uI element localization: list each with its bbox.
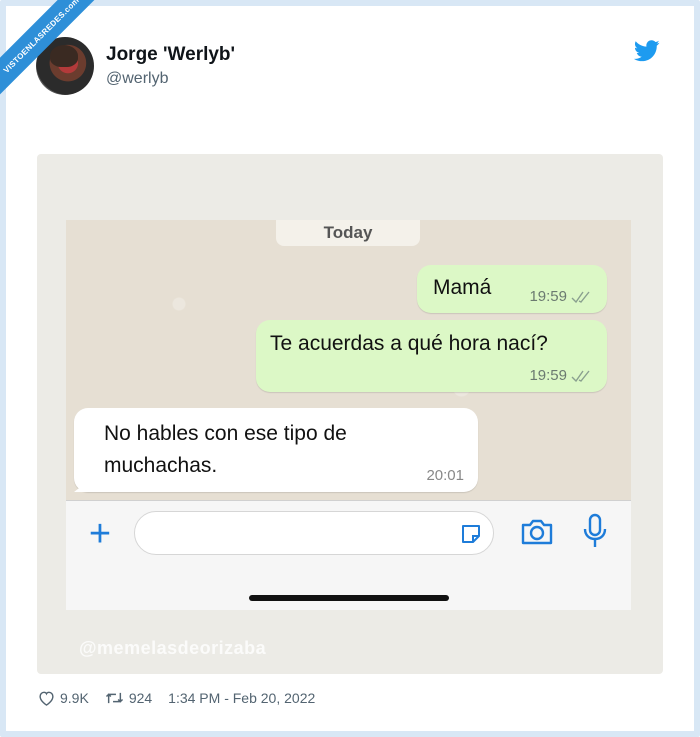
plus-icon[interactable]: + bbox=[82, 515, 118, 553]
message-time: 20:01 bbox=[426, 467, 464, 484]
retweet-icon bbox=[105, 692, 123, 704]
microphone-icon[interactable] bbox=[582, 513, 608, 549]
tweet-footer: 9.9K 924 1:34 PM - Feb 20, 2022 bbox=[38, 686, 331, 710]
date-divider: Today bbox=[276, 220, 420, 246]
camera-icon[interactable] bbox=[520, 517, 554, 547]
sticker-icon[interactable] bbox=[459, 522, 483, 546]
twitter-bird-icon[interactable] bbox=[634, 40, 660, 62]
message-text: Mamá bbox=[433, 276, 492, 299]
heart-icon bbox=[39, 691, 54, 706]
author-handle[interactable]: @werlyb bbox=[106, 70, 235, 88]
tweet-media[interactable]: Today Mamá 19:59 Te acuerdas a qué hora … bbox=[37, 154, 663, 674]
message-input[interactable] bbox=[134, 511, 494, 555]
tweet-header: Jorge 'Werlyb' @werlyb bbox=[36, 36, 660, 96]
message-bubble-outgoing: Te acuerdas a qué hora nací? 19:59 bbox=[256, 320, 607, 392]
message-timestamp: 19:59 bbox=[529, 288, 567, 305]
home-indicator bbox=[249, 595, 449, 601]
like-count: 9.9K bbox=[60, 690, 89, 706]
double-check-icon bbox=[571, 370, 590, 382]
message-text: Te acuerdas a qué hora nací? bbox=[270, 332, 548, 355]
chat-input-bar: + bbox=[66, 500, 631, 610]
author-name[interactable]: Jorge 'Werlyb' bbox=[106, 44, 235, 66]
like-button[interactable]: 9.9K bbox=[38, 690, 89, 706]
image-watermark: @memelasdeorizaba bbox=[79, 638, 267, 658]
message-text: No hables con ese tipo de muchachas. bbox=[104, 422, 347, 477]
retweet-button[interactable]: 924 bbox=[105, 690, 152, 706]
chat-screenshot: Today Mamá 19:59 Te acuerdas a qué hora … bbox=[66, 220, 631, 610]
double-check-icon bbox=[571, 291, 590, 303]
message-bubble-outgoing: Mamá 19:59 bbox=[417, 265, 607, 313]
message-bubble-incoming: No hables con ese tipo de muchachas. 20:… bbox=[74, 408, 478, 492]
retweet-count: 924 bbox=[128, 690, 153, 706]
message-timestamp: 19:59 bbox=[529, 367, 567, 384]
message-time: 19:59 bbox=[529, 367, 593, 384]
message-time: 19:59 bbox=[529, 288, 593, 305]
author-info: Jorge 'Werlyb' @werlyb bbox=[106, 44, 235, 88]
message-timestamp: 20:01 bbox=[426, 467, 464, 484]
tweet-timestamp[interactable]: 1:34 PM - Feb 20, 2022 bbox=[168, 690, 315, 706]
